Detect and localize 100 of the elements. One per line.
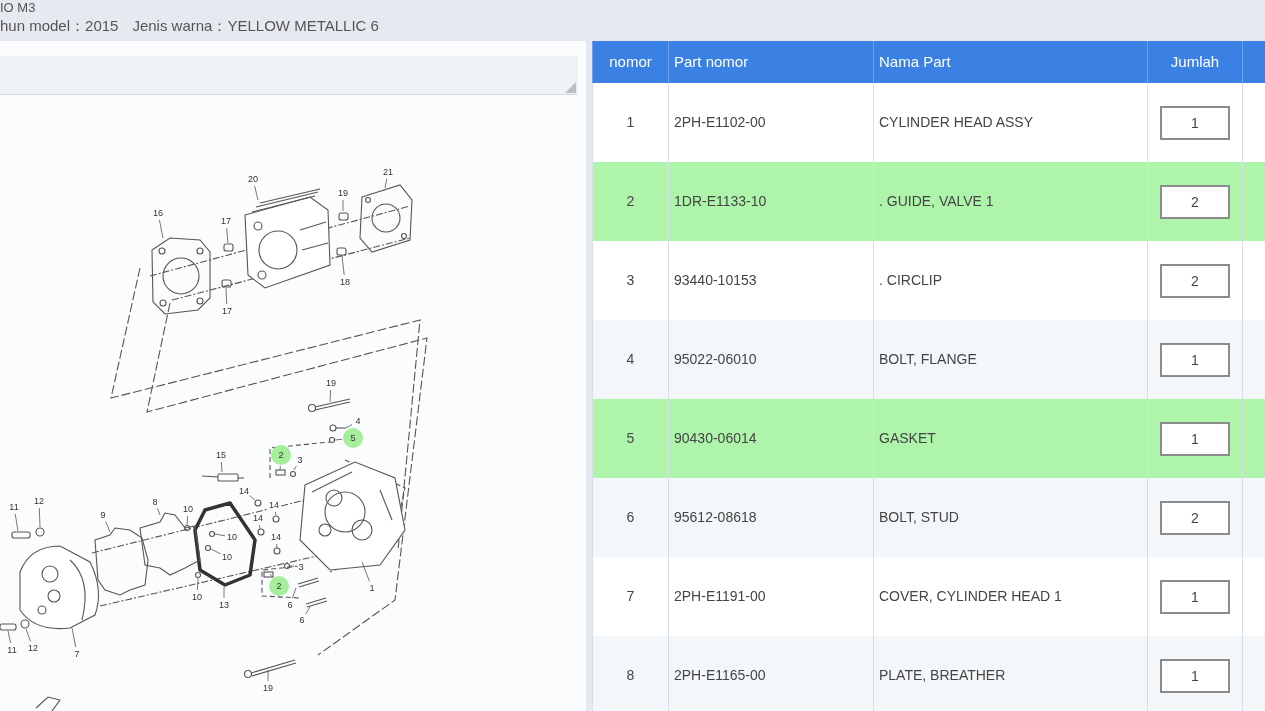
color-name-text: Jenis warna：YELLOW METALLIC 6 xyxy=(132,17,379,35)
gasket xyxy=(94,527,149,596)
leader-line xyxy=(293,465,297,471)
bolt xyxy=(307,398,351,413)
leader-line xyxy=(289,565,295,567)
callout-number: 16 xyxy=(152,208,164,218)
callout-number: 12 xyxy=(27,643,39,653)
leader-line xyxy=(341,255,345,276)
callout-number: 2 xyxy=(271,445,291,465)
callout-number: 14 xyxy=(268,500,280,510)
callout-number: 7 xyxy=(73,649,81,659)
leader-line xyxy=(345,424,353,429)
leader-line xyxy=(186,515,188,526)
dowel-pin xyxy=(223,243,234,252)
leader-line xyxy=(269,573,273,578)
callout-number: 19 xyxy=(325,378,337,388)
callout-number: 6 xyxy=(286,600,294,610)
quantity-field[interactable]: 1 xyxy=(1160,421,1230,456)
leader-line xyxy=(254,185,259,201)
leader-line xyxy=(329,389,331,403)
leader-line xyxy=(214,533,226,537)
leader-line xyxy=(334,438,343,441)
callout-number: 19 xyxy=(262,683,274,693)
stud-bolt xyxy=(297,577,320,588)
leader-line xyxy=(105,521,111,533)
table-row[interactable]: 4 95022-06010 BOLT, FLANGE 1 xyxy=(592,320,1265,399)
callout-number: 1 xyxy=(368,583,376,593)
leader-line xyxy=(225,287,228,305)
leader-line xyxy=(226,227,229,244)
leader-line xyxy=(221,461,223,473)
dowel-pin xyxy=(338,212,349,221)
leader-line xyxy=(276,543,278,549)
callout-number: 8 xyxy=(151,497,159,507)
callout-number: 14 xyxy=(270,532,282,542)
callout-number: 10 xyxy=(226,532,238,542)
table-row[interactable]: 1 2PH-E1102-00 CYLINDER HEAD ASSY 1 xyxy=(592,83,1265,162)
callout-number: 10 xyxy=(221,552,233,562)
table-row[interactable]: 8 2PH-E1165-00 PLATE, BREATHER 1 xyxy=(592,636,1265,711)
callout-number: 2 xyxy=(269,576,289,596)
gasket xyxy=(359,184,413,253)
leader-line xyxy=(249,495,256,501)
quantity-field[interactable]: 2 xyxy=(1160,263,1230,298)
textarea-field[interactable] xyxy=(0,56,578,95)
callout-number: 17 xyxy=(220,216,232,226)
stud-bolt xyxy=(305,597,328,608)
bolt xyxy=(194,571,202,579)
callout-number: 6 xyxy=(298,615,306,625)
callout-number: 14 xyxy=(252,513,264,523)
dowel-pin xyxy=(336,247,347,256)
bolt xyxy=(243,659,297,679)
table-cell: 8 xyxy=(592,636,669,711)
leader-line xyxy=(197,577,199,591)
leader-line xyxy=(25,628,31,642)
leader-line xyxy=(7,630,11,644)
callout-number: 3 xyxy=(296,455,304,465)
model-year-text: hun model：2015 xyxy=(0,17,119,35)
gasket xyxy=(139,512,201,576)
dowel-pin xyxy=(221,279,232,288)
bolt xyxy=(0,623,17,631)
callout-number: 17 xyxy=(221,306,233,316)
quantity-field[interactable]: 1 xyxy=(1160,105,1230,140)
table-row[interactable]: 7 2PH-E1191-00 COVER, CYLINDER HEAD 1 1 xyxy=(592,557,1265,636)
leader-line xyxy=(159,219,164,239)
quantity-field[interactable]: 1 xyxy=(1160,579,1230,614)
callout-number: 19 xyxy=(337,188,349,198)
leader-line xyxy=(223,586,225,599)
gasket-ring xyxy=(328,436,336,444)
leader-line xyxy=(38,507,41,528)
leader-line xyxy=(71,627,77,648)
table-row[interactable]: 2 1DR-E1133-10 . GUIDE, VALVE 1 2 xyxy=(592,162,1265,241)
leader-line xyxy=(275,511,277,516)
leader-line xyxy=(305,606,311,615)
circlip xyxy=(283,562,291,570)
table-row[interactable]: 5 90430-06014 GASKET 1 xyxy=(592,399,1265,478)
callout-number: 11 xyxy=(6,645,18,655)
quantity-field[interactable]: 1 xyxy=(1160,658,1230,693)
nut xyxy=(273,547,281,555)
leader-line xyxy=(258,524,261,530)
quantity-field[interactable]: 2 xyxy=(1160,184,1230,219)
valve-guide xyxy=(263,571,274,578)
bolt xyxy=(329,424,347,432)
table-cell: 2PH-E1165-00 xyxy=(668,636,874,711)
table-row[interactable]: 6 95612-08618 BOLT, STUD 2 xyxy=(592,478,1265,557)
quantity-field[interactable]: 2 xyxy=(1160,500,1230,535)
callout-number: 20 xyxy=(247,174,259,184)
circlip xyxy=(289,470,297,478)
callout-number: 10 xyxy=(182,504,194,514)
callout-number: 13 xyxy=(218,600,230,610)
leader-line xyxy=(267,669,269,682)
spark-plug xyxy=(201,473,245,482)
quantity-field[interactable]: 1 xyxy=(1160,342,1230,377)
valve-guide xyxy=(275,469,286,476)
resize-grip-icon[interactable] xyxy=(565,82,576,93)
leader-line xyxy=(279,465,281,471)
washer xyxy=(35,527,45,537)
bolt xyxy=(11,531,31,539)
washer xyxy=(20,619,30,629)
leader-line xyxy=(291,587,297,599)
model-title: IO M3 xyxy=(0,0,36,15)
table-row[interactable]: 3 93440-10153 . CIRCLIP 2 xyxy=(592,241,1265,320)
